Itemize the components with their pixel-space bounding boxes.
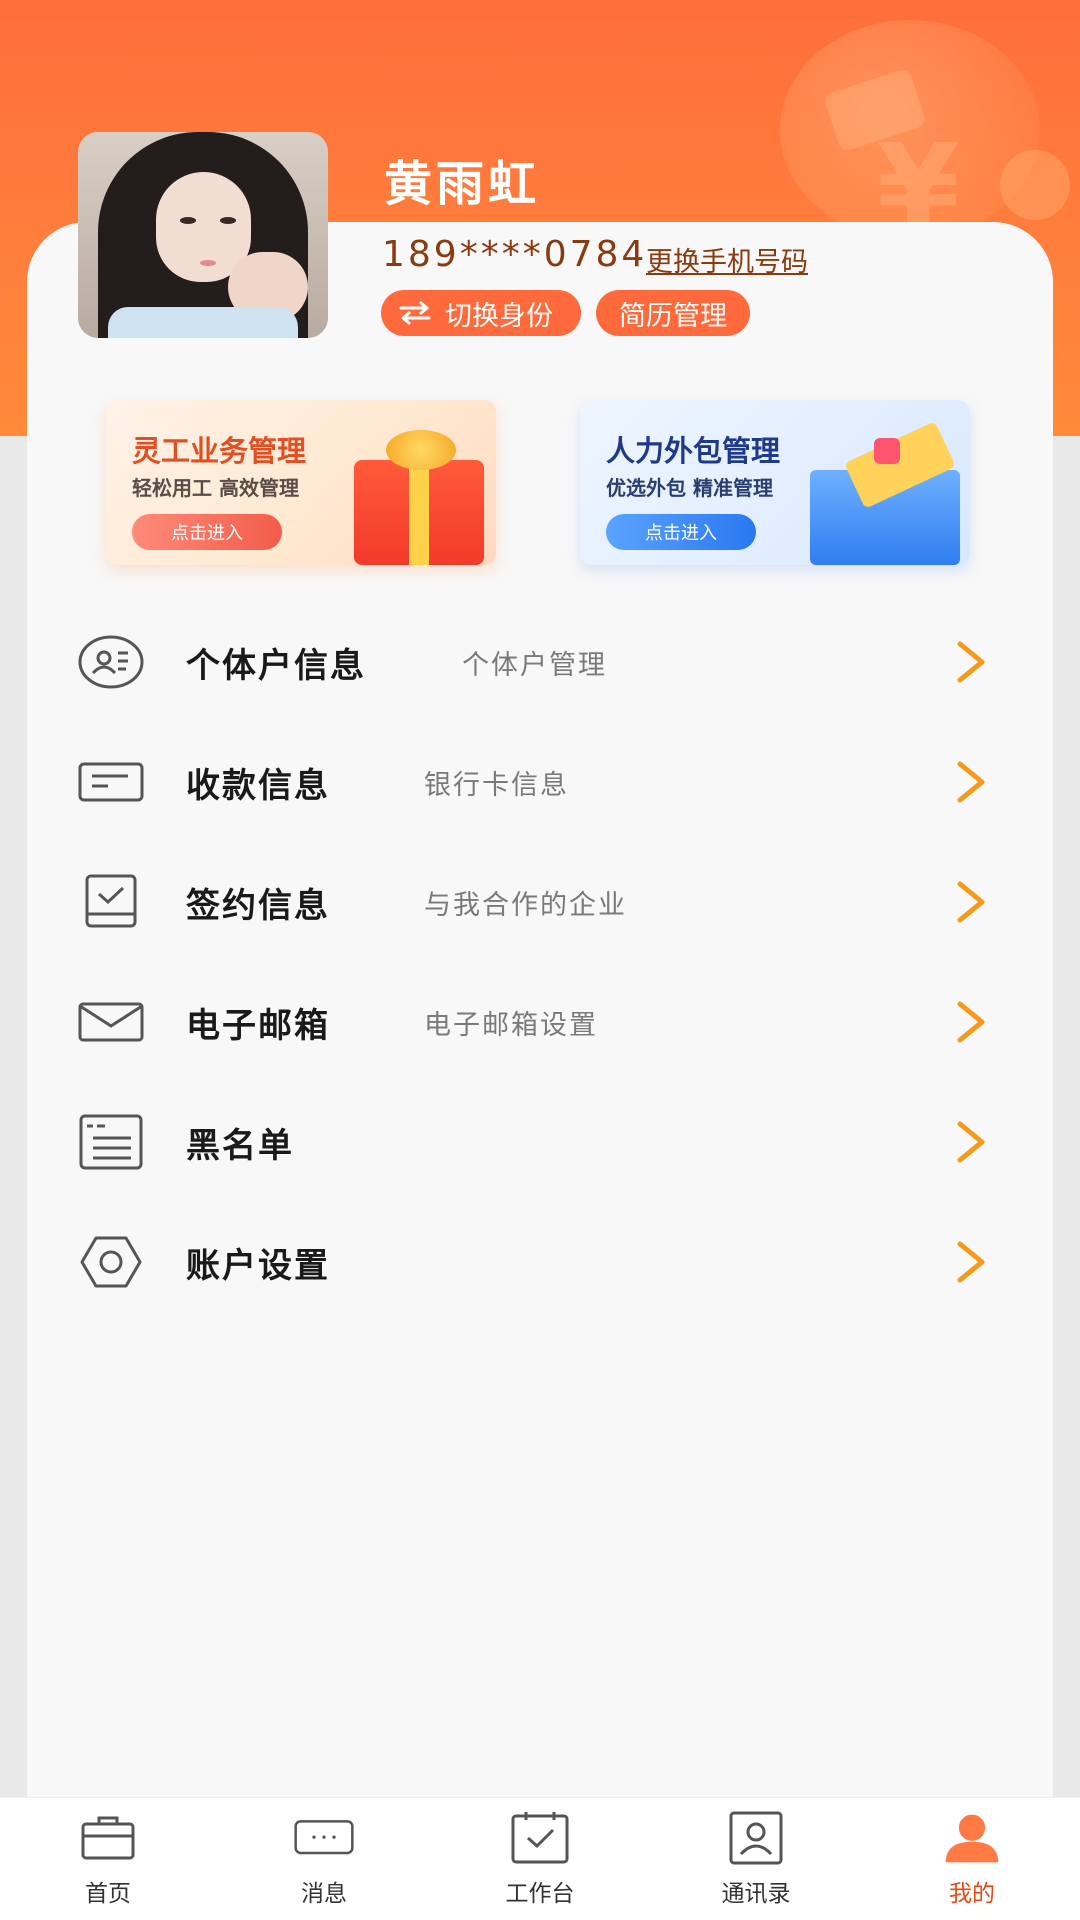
tab-label: 工作台 xyxy=(505,1881,575,1907)
chevron-right-icon xyxy=(957,761,985,803)
menu-title: 收款信息 xyxy=(186,765,330,806)
message-icon xyxy=(294,1810,354,1866)
person-icon xyxy=(942,1810,1002,1866)
menu-item-blacklist[interactable]: 黑名单 xyxy=(78,1092,988,1192)
gear-icon xyxy=(78,1232,144,1292)
menu-title: 签约信息 xyxy=(186,885,330,926)
user-card-icon xyxy=(78,632,144,692)
menu-title: 电子邮箱 xyxy=(186,1005,330,1046)
user-name: 黄雨虹 xyxy=(384,156,541,212)
banner-subtitle: 轻松用工 高效管理 xyxy=(132,476,299,500)
menu-title: 账户设置 xyxy=(186,1245,330,1286)
tab-label: 我的 xyxy=(949,1881,995,1907)
switch-identity-label: 切换身份 xyxy=(445,300,553,332)
menu-item-individual-info[interactable]: 个体户信息 个体户管理 xyxy=(78,612,988,712)
menu-item-payment-info[interactable]: 收款信息 银行卡信息 xyxy=(78,732,988,832)
banner-title: 灵工业务管理 xyxy=(132,434,307,468)
calendar-check-icon xyxy=(510,1810,570,1866)
resume-management-button[interactable]: 简历管理 xyxy=(596,290,750,336)
tab-home[interactable]: 首页 xyxy=(48,1810,168,1918)
heart-icon xyxy=(874,438,900,464)
tab-label: 通讯录 xyxy=(721,1881,791,1907)
outsourcing-banner[interactable]: 人力外包管理 优选外包 精准管理 点击进入 xyxy=(580,400,970,565)
banner-title: 人力外包管理 xyxy=(606,434,781,468)
menu-item-account-settings[interactable]: 账户设置 xyxy=(78,1212,988,1312)
bank-card-icon xyxy=(78,752,144,812)
chevron-right-icon xyxy=(957,881,985,923)
tab-workbench[interactable]: 工作台 xyxy=(480,1810,600,1918)
switch-identity-button[interactable]: 切换身份 xyxy=(381,290,581,336)
menu-description: 银行卡信息 xyxy=(424,769,569,801)
avatar[interactable] xyxy=(78,132,328,338)
menu-description: 个体户管理 xyxy=(462,649,607,681)
banner-subtitle: 优选外包 精准管理 xyxy=(606,476,773,500)
contacts-icon xyxy=(726,1810,786,1866)
tab-label: 首页 xyxy=(85,1881,131,1907)
banner-enter-button[interactable]: 点击进入 xyxy=(132,514,282,550)
chevron-right-icon xyxy=(957,1241,985,1283)
menu-description: 电子邮箱设置 xyxy=(424,1009,598,1041)
signed-check-icon xyxy=(78,872,144,932)
list-icon xyxy=(78,1112,144,1172)
mail-icon xyxy=(78,992,144,1052)
chevron-right-icon xyxy=(957,641,985,683)
chevron-right-icon xyxy=(957,1121,985,1163)
menu-description: 与我合作的企业 xyxy=(424,889,627,921)
flexible-work-banner[interactable]: 灵工业务管理 轻松用工 高效管理 点击进入 xyxy=(106,400,496,565)
tab-messages[interactable]: 消息 xyxy=(264,1810,384,1918)
chevron-right-icon xyxy=(957,1001,985,1043)
coins-illustration xyxy=(386,430,456,470)
banner-enter-button[interactable]: 点击进入 xyxy=(606,514,756,550)
tab-mine[interactable]: 我的 xyxy=(912,1810,1032,1918)
menu-title: 黑名单 xyxy=(186,1125,294,1166)
menu-title: 个体户信息 xyxy=(186,645,366,686)
menu-item-contract-info[interactable]: 签约信息 与我合作的企业 xyxy=(78,852,988,952)
gift-box-illustration xyxy=(354,460,484,565)
briefcase-icon xyxy=(78,1810,138,1866)
swap-icon xyxy=(399,301,431,325)
bottom-tab-bar: 首页 消息 工作台 通讯录 我的 xyxy=(0,1797,1080,1920)
change-phone-link[interactable]: 更换手机号码 xyxy=(646,240,808,279)
phone-number: 189****0784 xyxy=(382,234,648,275)
menu-item-email[interactable]: 电子邮箱 电子邮箱设置 xyxy=(78,972,988,1072)
tab-contacts[interactable]: 通讯录 xyxy=(696,1810,816,1918)
header-decoration xyxy=(1000,150,1070,220)
resume-management-label: 简历管理 xyxy=(619,300,727,332)
tab-label: 消息 xyxy=(301,1881,347,1907)
